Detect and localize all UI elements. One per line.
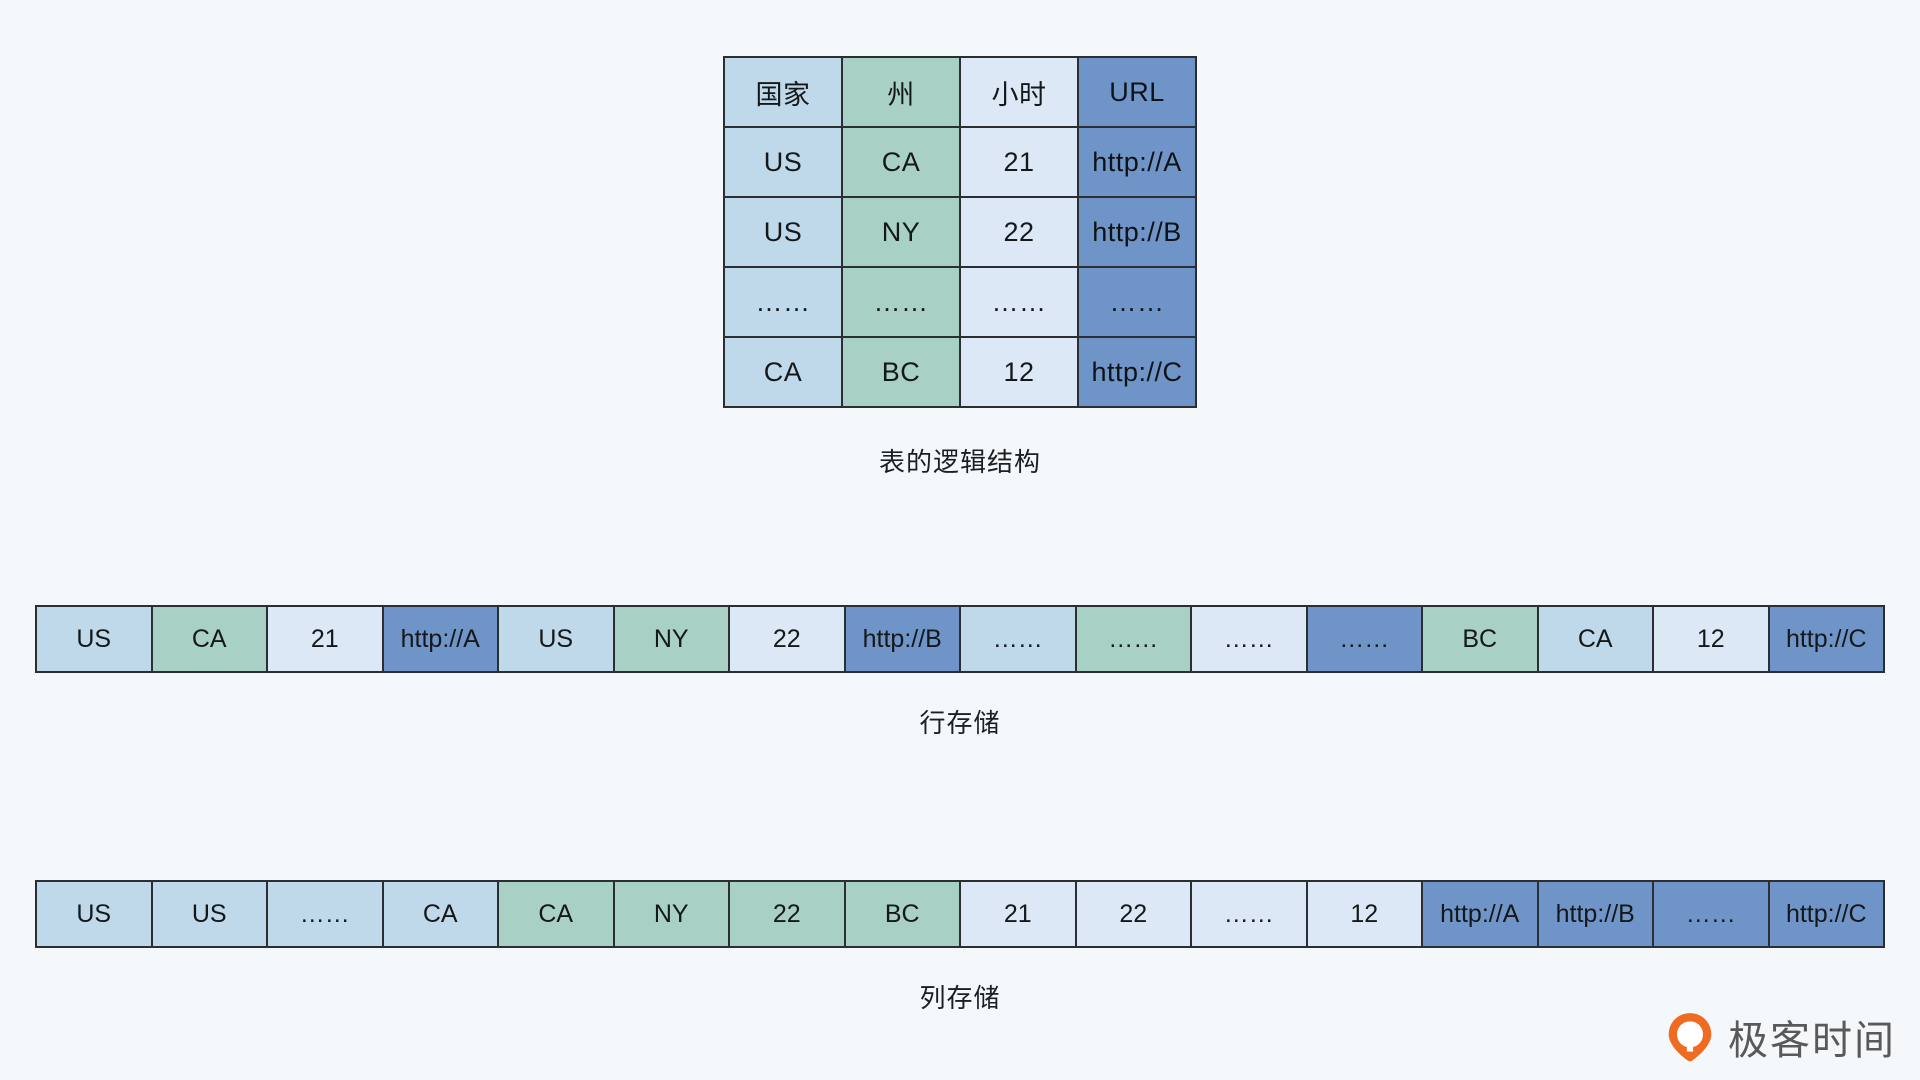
row-storage-strip: US CA 21 http://A US NY 22 http://B…………………… BC CA… xyxy=(35,605,1885,673)
logical-table-row: …………………… xyxy=(723,266,1197,338)
row-storage-cell: …… xyxy=(1192,607,1308,671)
logical-table-header-row: 国家州小时 URL xyxy=(723,56,1197,128)
logical-table-header-cell: URL xyxy=(1077,56,1197,128)
column-storage-cell: …… xyxy=(1654,882,1770,946)
row-storage-cell: BC xyxy=(1423,607,1539,671)
diagram-canvas: 国家州小时 URL US CA 21 http://A US NY 22 http://B…………… xyxy=(0,0,1920,1080)
logical-table-cell: US xyxy=(723,126,843,198)
column-storage-cell: CA xyxy=(383,882,499,946)
logical-table-header-cell: 州 xyxy=(841,56,961,128)
row-storage-cell: http://C xyxy=(1769,607,1883,671)
logical-table-cell: NY xyxy=(841,196,961,268)
column-storage-caption: 列存储 xyxy=(919,983,1001,1013)
logical-table-cell: 12 xyxy=(959,336,1079,408)
logical-table-cell: 21 xyxy=(959,126,1079,198)
logical-table-cell: US xyxy=(723,196,843,268)
row-storage-cell: …… xyxy=(1307,607,1423,671)
column-storage-cell: US xyxy=(37,882,153,946)
row-storage-cell: …… xyxy=(1076,607,1192,671)
logical-table-cell: http://B xyxy=(1077,196,1197,268)
logical-table-cell: …… xyxy=(1077,266,1197,338)
column-storage-cell: http://A xyxy=(1423,882,1539,946)
column-storage-cell: 22 xyxy=(730,882,846,946)
logical-table-cell: BC xyxy=(841,336,961,408)
column-storage-section: US US…… CA CA NY 22 BC 21 22…… 12 http://A http://B… xyxy=(0,880,1920,1015)
logical-table-cell: http://C xyxy=(1077,336,1197,408)
logical-table-row: US NY 22 http://B xyxy=(723,196,1197,268)
row-storage-cell: NY xyxy=(614,607,730,671)
watermark: 极客时间 xyxy=(1664,1008,1896,1066)
column-storage-cell: http://C xyxy=(1769,882,1883,946)
column-storage-cell: CA xyxy=(499,882,615,946)
logical-table-caption: 表的逻辑结构 xyxy=(878,447,1041,477)
column-storage-cell: …… xyxy=(268,882,384,946)
logical-table-section: 国家州小时 URL US CA 21 http://A US NY 22 http://B…………… xyxy=(0,56,1920,479)
watermark-text: 极客时间 xyxy=(1728,1018,1896,1064)
column-storage-cell: http://B xyxy=(1538,882,1654,946)
row-storage-cell: 21 xyxy=(268,607,384,671)
logical-table-cell: …… xyxy=(723,266,843,338)
column-storage-cell: BC xyxy=(845,882,961,946)
row-storage-caption: 行存储 xyxy=(919,708,1001,738)
row-storage-cell: CA xyxy=(1538,607,1654,671)
column-storage-cell: 21 xyxy=(961,882,1077,946)
row-storage-cell: http://A xyxy=(383,607,499,671)
logical-table-cell: http://A xyxy=(1077,126,1197,198)
column-storage-strip: US US…… CA CA NY 22 BC 21 22…… 12 http://A http://B… xyxy=(35,880,1885,948)
logical-table-row: US CA 21 http://A xyxy=(723,126,1197,198)
row-storage-cell: …… xyxy=(961,607,1077,671)
column-storage-cell: 22 xyxy=(1076,882,1192,946)
logical-table-cell: CA xyxy=(723,336,843,408)
logical-table-row: CA BC 12 http://C xyxy=(723,336,1197,408)
logical-table: 国家州小时 URL US CA 21 http://A US NY 22 http://B…………… xyxy=(723,56,1197,408)
logical-table-header-cell: 小时 xyxy=(959,56,1079,128)
logical-table-cell: …… xyxy=(959,266,1079,338)
row-storage-cell: US xyxy=(499,607,615,671)
row-storage-cell: US xyxy=(37,607,153,671)
row-storage-cell: 12 xyxy=(1654,607,1770,671)
geektime-logo-icon xyxy=(1664,1011,1716,1063)
logical-table-cell: …… xyxy=(841,266,961,338)
logical-table-cell: 22 xyxy=(959,196,1079,268)
row-storage-cell: CA xyxy=(152,607,268,671)
column-storage-cell: …… xyxy=(1192,882,1308,946)
column-storage-cell: US xyxy=(152,882,268,946)
row-storage-cell: http://B xyxy=(845,607,961,671)
column-storage-cell: 12 xyxy=(1307,882,1423,946)
logical-table-cell: CA xyxy=(841,126,961,198)
row-storage-section: US CA 21 http://A US NY 22 http://B…………………… BC CA… xyxy=(0,605,1920,740)
column-storage-cell: NY xyxy=(614,882,730,946)
logical-table-header-cell: 国家 xyxy=(723,56,843,128)
row-storage-cell: 22 xyxy=(730,607,846,671)
